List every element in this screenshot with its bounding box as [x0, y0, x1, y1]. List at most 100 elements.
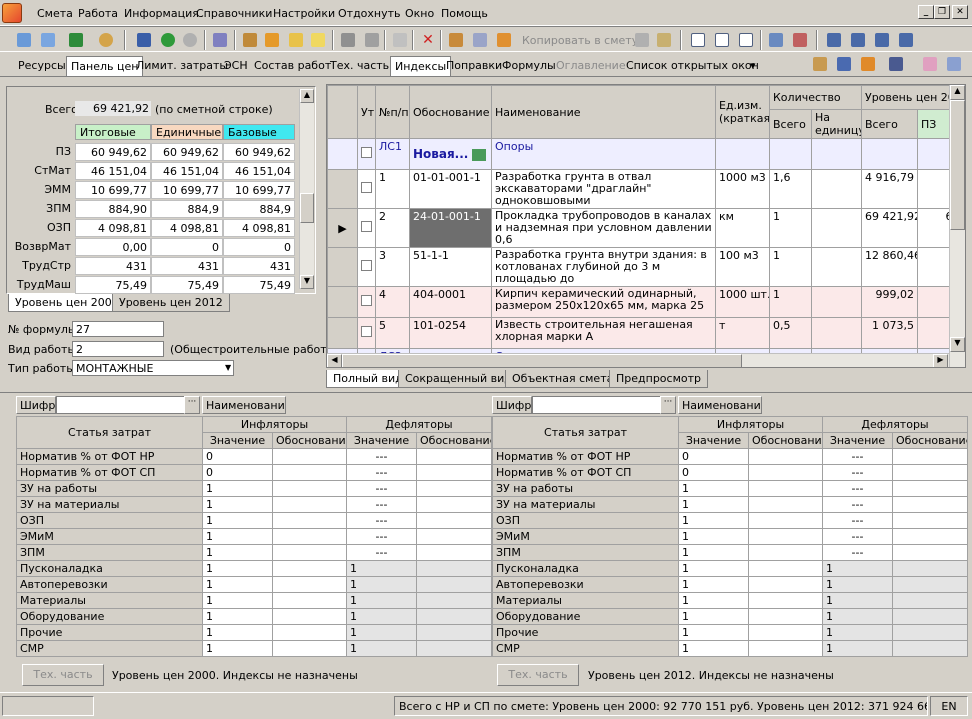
index-infl-basis[interactable]: [272, 528, 347, 545]
index-infl-value[interactable]: 1: [678, 608, 749, 625]
index-defl-value[interactable]: 1: [346, 624, 417, 641]
close-icon[interactable]: ✕: [952, 5, 968, 19]
index-infl-value[interactable]: 1: [678, 480, 749, 497]
index-infl-value[interactable]: 1: [202, 512, 273, 529]
menu-nastroyki[interactable]: Настройки: [273, 7, 335, 20]
index-infl-basis[interactable]: [748, 592, 823, 609]
index-defl-basis[interactable]: [415, 528, 493, 545]
index-infl-basis[interactable]: [748, 640, 823, 657]
edit-icon[interactable]: [390, 30, 410, 50]
index-defl-basis[interactable]: [891, 608, 969, 625]
index-infl-basis[interactable]: [272, 640, 347, 657]
search-icon[interactable]: [96, 30, 116, 50]
index-row[interactable]: Автоперевозки 1 1: [16, 576, 493, 593]
index-row[interactable]: ЗУ на работы 1 ---: [16, 480, 493, 497]
index-defl-value[interactable]: 1: [822, 576, 893, 593]
index-infl-value[interactable]: 0: [202, 448, 273, 465]
index-infl-basis[interactable]: [272, 480, 347, 497]
menu-rabota[interactable]: Работа: [78, 7, 118, 20]
pr-icon[interactable]: [736, 30, 756, 50]
work-type-field[interactable]: 2: [72, 341, 164, 357]
row-basis[interactable]: Новая...: [409, 138, 492, 170]
minimize-icon[interactable]: _: [918, 5, 934, 19]
index-row[interactable]: ОЗП 1 ---: [492, 512, 969, 529]
index-defl-value[interactable]: ---: [346, 464, 417, 481]
menu-spravochniki[interactable]: Справочники: [196, 7, 272, 20]
index-infl-value[interactable]: 1: [202, 592, 273, 609]
index-infl-basis[interactable]: [748, 496, 823, 513]
index-defl-value[interactable]: 1: [346, 640, 417, 657]
tab-corrections[interactable]: Поправки: [446, 59, 502, 72]
index-defl-basis[interactable]: [891, 464, 969, 481]
index-defl-value[interactable]: 1: [822, 592, 893, 609]
machine-icon[interactable]: [338, 30, 358, 50]
scroll-thumb[interactable]: [300, 193, 314, 223]
index-infl-basis[interactable]: [272, 560, 347, 577]
index-infl-value[interactable]: 1: [202, 624, 273, 641]
index-defl-basis[interactable]: [415, 608, 493, 625]
copy-icon[interactable]: [632, 30, 652, 50]
index-row[interactable]: Пусконаладка 1 1: [492, 560, 969, 577]
shifr-input-left[interactable]: [56, 396, 186, 414]
estimate-row[interactable]: 5 101-0254 Известь строительная негашеная …: [327, 317, 965, 349]
index-defl-basis[interactable]: [891, 576, 969, 593]
index-row[interactable]: Материалы 1 1: [492, 592, 969, 609]
index-infl-value[interactable]: 1: [678, 640, 749, 657]
dropdown-arrow-icon[interactable]: ▾: [750, 59, 756, 72]
delete-icon[interactable]: ✕: [418, 30, 438, 50]
menu-info[interactable]: Информация: [124, 7, 199, 20]
sort-down-icon[interactable]: [896, 30, 916, 50]
index-defl-value[interactable]: 1: [346, 576, 417, 593]
tab-tech-part[interactable]: Тех. часть: [330, 59, 389, 72]
menu-pomosch[interactable]: Помощь: [441, 7, 488, 20]
scroll-right-icon[interactable]: ▶: [933, 354, 948, 367]
eraser-icon[interactable]: [920, 54, 940, 74]
index-infl-value[interactable]: 1: [202, 528, 273, 545]
index-row[interactable]: Прочие 1 1: [16, 624, 493, 641]
row-basis[interactable]: 101-0254: [409, 317, 492, 349]
index-defl-value[interactable]: ---: [822, 528, 893, 545]
index-row[interactable]: ЗУ на работы 1 ---: [492, 480, 969, 497]
index-defl-basis[interactable]: [891, 592, 969, 609]
tab-object-estimate[interactable]: Объектная смета: [505, 370, 621, 388]
index-infl-value[interactable]: 1: [202, 544, 273, 561]
index-defl-value[interactable]: 1: [822, 608, 893, 625]
sort-up-icon[interactable]: [872, 30, 892, 50]
index-infl-value[interactable]: 1: [202, 560, 273, 577]
index-row[interactable]: ЗУ на материалы 1 ---: [16, 496, 493, 513]
save-icon[interactable]: [134, 30, 154, 50]
summary-scrollbar[interactable]: ▲ ▼: [299, 89, 314, 289]
index-defl-value[interactable]: 1: [346, 608, 417, 625]
index-defl-value[interactable]: 1: [346, 560, 417, 577]
index-infl-value[interactable]: 1: [202, 608, 273, 625]
index-infl-basis[interactable]: [272, 512, 347, 529]
shifr-input-right[interactable]: [532, 396, 662, 414]
index-infl-basis[interactable]: [748, 624, 823, 641]
index-infl-basis[interactable]: [272, 576, 347, 593]
menu-smeta[interactable]: Смета: [37, 7, 73, 20]
tab-indexes[interactable]: Индексы: [390, 56, 452, 76]
index-infl-value[interactable]: 1: [202, 640, 273, 657]
index-defl-basis[interactable]: [891, 528, 969, 545]
tools-icon[interactable]: [240, 30, 260, 50]
tech-part-button-left[interactable]: Тех. часть: [22, 664, 104, 686]
index-defl-basis[interactable]: [891, 640, 969, 657]
index-infl-value[interactable]: 1: [678, 544, 749, 561]
row-checkbox[interactable]: [357, 317, 376, 349]
index-row[interactable]: Автоперевозки 1 1: [492, 576, 969, 593]
row-basis[interactable]: 01-01-001-1: [409, 169, 492, 209]
estimate-hscroll[interactable]: ◀ ▶: [327, 353, 949, 367]
scroll-up-icon[interactable]: ▲: [950, 85, 965, 100]
index-defl-basis[interactable]: [415, 576, 493, 593]
tab-resources[interactable]: Ресурсы: [18, 59, 66, 72]
tab-limit-costs[interactable]: Лимит. затраты: [136, 59, 228, 72]
index-defl-basis[interactable]: [415, 448, 493, 465]
index-row[interactable]: ЭМиМ 1 ---: [492, 528, 969, 545]
index-infl-value[interactable]: 1: [678, 528, 749, 545]
tab-short-view[interactable]: Сокращенный вид: [398, 370, 519, 388]
menu-otdohnut[interactable]: Отдохнуть: [338, 7, 401, 20]
index-defl-basis[interactable]: [891, 448, 969, 465]
index-defl-value[interactable]: ---: [346, 544, 417, 561]
tech-part-button-right[interactable]: Тех. часть: [497, 664, 579, 686]
row-checkbox[interactable]: [357, 286, 376, 318]
